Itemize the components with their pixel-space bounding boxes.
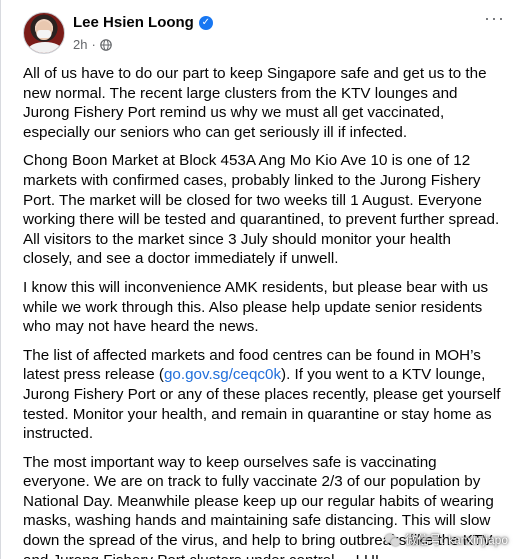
post-body: All of us have to do our part to keep Si… [23, 64, 501, 559]
avatar-shirt [28, 42, 62, 53]
verified-badge-icon: ✓ [198, 15, 213, 30]
post-paragraph-3: I know this will inconvenience AMK resid… [23, 278, 489, 336]
globe-icon[interactable] [100, 38, 112, 51]
post-paragraph-4: The list of affected markets and food ce… [23, 346, 501, 444]
author-avatar[interactable] [23, 12, 65, 54]
watermark: 微信号: kanxinjiapo [385, 531, 508, 548]
post-paragraph-2: Chong Boon Market at Block 453A Ang Mo K… [23, 152, 500, 268]
avatar-mask [37, 30, 51, 38]
wechat-bubble-small [391, 537, 401, 546]
post-paragraph-1: All of us have to do our part to keep Si… [23, 65, 487, 141]
watermark-text: 微信号: kanxinjiapo [405, 533, 508, 547]
post-card: Lee Hsien Loong ✓ 2h · ··· All of us hav… [0, 0, 513, 559]
meta-separator: · [91, 37, 96, 52]
author-name-row: Lee Hsien Loong ✓ [73, 14, 213, 31]
post-meta: 2h · [73, 37, 112, 52]
post-header: Lee Hsien Loong ✓ 2h · [23, 12, 503, 60]
author-name[interactable]: Lee Hsien Loong [73, 14, 194, 31]
wechat-icon [385, 533, 401, 547]
more-options-button[interactable]: ··· [484, 9, 505, 27]
post-timestamp[interactable]: 2h [73, 37, 87, 52]
press-release-link[interactable]: go.gov.sg/ceqc0k [164, 366, 281, 383]
